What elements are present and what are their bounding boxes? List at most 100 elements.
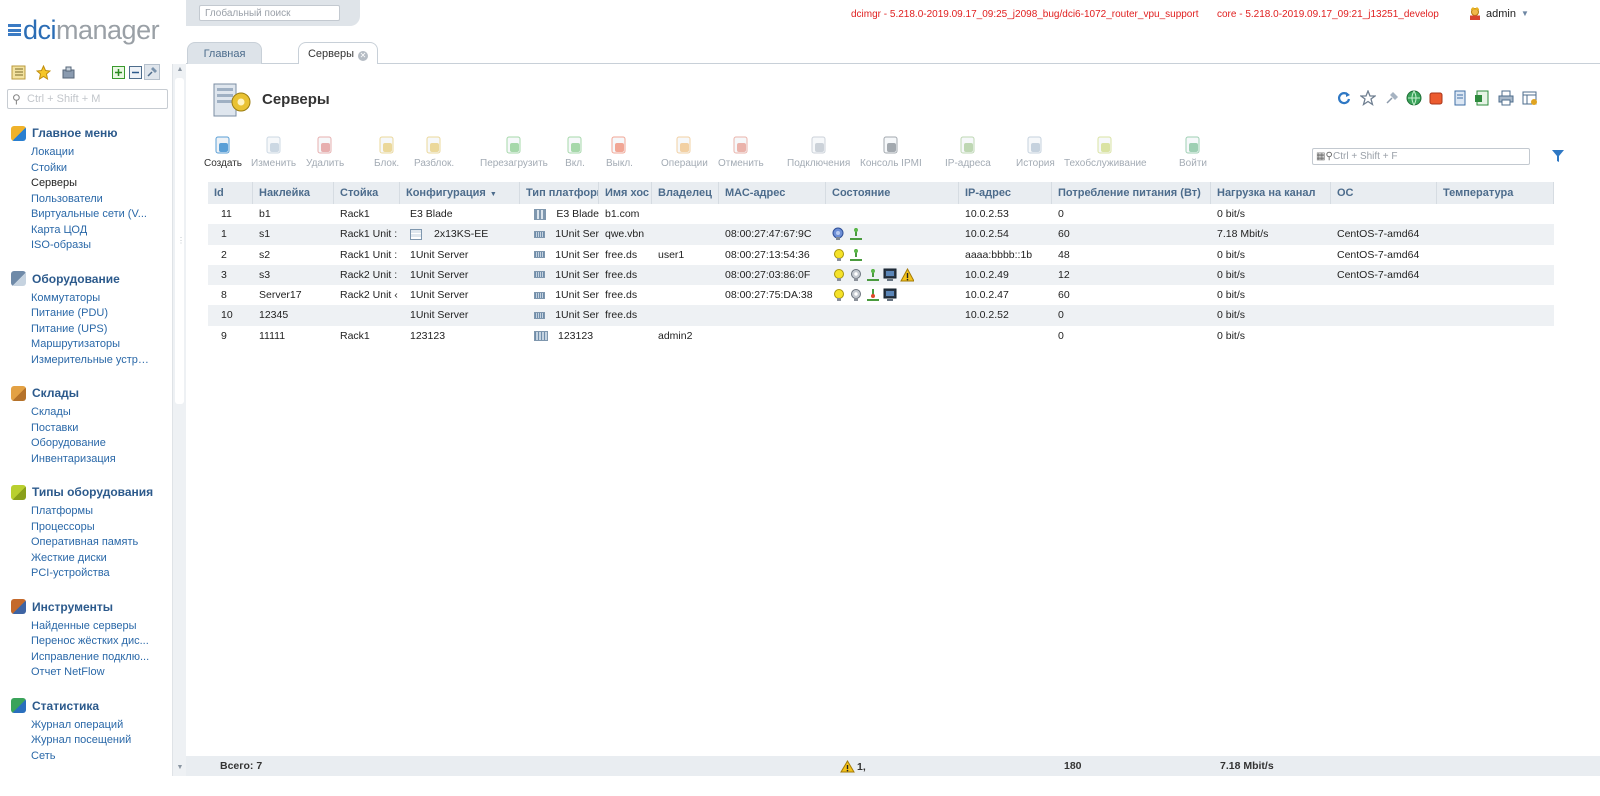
sidebar-item[interactable]: Серверы <box>0 177 150 193</box>
user-menu[interactable]: admin ▼ <box>1469 7 1529 20</box>
collapse-all-icon[interactable] <box>127 64 143 80</box>
column-header[interactable]: Потребление питания (Вт) <box>1052 182 1211 204</box>
sidebar-item[interactable]: Инвентаризация <box>0 453 150 469</box>
sidebar-item[interactable]: Перенос жёстких дис... <box>0 635 150 651</box>
ipmi-console-button[interactable]: Консоль IPMI <box>860 134 922 174</box>
create-button[interactable]: Создать <box>204 134 242 174</box>
sidebar-item[interactable]: Склады <box>0 406 150 422</box>
sidebar-item[interactable]: Оперативная память <box>0 536 150 552</box>
operations-button[interactable]: Операции <box>661 134 708 174</box>
power-off-button[interactable]: Выкл. <box>606 134 633 174</box>
pin-page-icon[interactable] <box>1384 90 1400 106</box>
sidebar-item[interactable]: Маршрутизаторы <box>0 338 150 354</box>
copy-icon[interactable] <box>1452 90 1468 106</box>
sidebar-item[interactable]: Коммутаторы <box>0 292 150 308</box>
column-header[interactable]: Id <box>208 182 253 204</box>
expand-all-icon[interactable] <box>110 64 126 80</box>
column-header[interactable]: Состояние <box>826 182 959 204</box>
reboot-button[interactable]: Перезагрузить <box>480 134 548 174</box>
table-row[interactable]: 9 11111 Rack1 123123 123123 admin2 0 0 bit/s <box>208 326 1554 346</box>
column-header[interactable]: Конфигурация ▼ <box>400 182 520 204</box>
menu-group-header[interactable]: Оборудование <box>0 270 172 288</box>
menu-group-header[interactable]: Инструменты <box>0 598 172 616</box>
tree-view-icon[interactable] <box>10 64 26 80</box>
sidebar-item[interactable]: Пользователи <box>0 193 150 209</box>
sidebar-item[interactable]: Отчет NetFlow <box>0 666 150 682</box>
column-header[interactable]: Наклейка <box>253 182 334 204</box>
menu-group-header[interactable]: Главное меню <box>0 124 172 142</box>
column-header[interactable]: Нагрузка на канал <box>1211 182 1331 204</box>
edit-button[interactable]: Изменить <box>251 134 296 174</box>
connections-button[interactable]: Подключения <box>787 134 850 174</box>
table-row[interactable]: 3 s3 Rack2 Unit : 1Unit Server 1Unit Ser free… <box>208 264 1554 286</box>
unlock-button[interactable]: Разблок. <box>414 134 454 174</box>
column-header[interactable]: IP-адрес <box>959 182 1052 204</box>
login-button[interactable]: Войти <box>1179 134 1207 174</box>
menu-group-header[interactable]: Типы оборудования <box>0 483 172 501</box>
global-search-input[interactable] <box>199 5 340 21</box>
sidebar-search[interactable]: ⚲ <box>7 89 168 109</box>
sidebar-item[interactable]: Поставки <box>0 422 150 438</box>
lock-button[interactable]: Блок. <box>374 134 399 174</box>
sidebar-item[interactable]: Локации <box>0 146 150 162</box>
export-excel-icon[interactable] <box>1474 90 1490 106</box>
globe-settings-icon[interactable] <box>1406 90 1422 106</box>
sidebar-scrollbar[interactable]: ▲ ⋮ ▼ <box>172 64 186 776</box>
sidebar-item[interactable]: Процессоры <box>0 521 150 537</box>
sidebar-item[interactable]: Исправление подклю... <box>0 651 150 667</box>
sidebar-item[interactable]: Стойки <box>0 162 150 178</box>
export-red-icon[interactable] <box>1428 90 1444 106</box>
table-filter-input[interactable] <box>1333 150 1525 163</box>
sidebar-item[interactable]: Питание (PDU) <box>0 307 150 323</box>
column-header[interactable]: Тип платформ <box>520 182 599 204</box>
column-header[interactable]: Стойка <box>334 182 400 204</box>
sidebar-item[interactable]: Жесткие диски <box>0 552 150 568</box>
table-row[interactable]: 11 b1 Rack1 E3 Blade E3 Blade b1.com 10.0.2.53… <box>208 204 1554 224</box>
filter-funnel-icon[interactable] <box>1551 149 1565 163</box>
column-header[interactable]: МАС-адрес <box>719 182 826 204</box>
refresh-icon[interactable] <box>1336 90 1352 106</box>
cancel-button[interactable]: Отменить <box>718 134 764 174</box>
table-row[interactable]: 2 s2 Rack1 Unit : 1Unit Server 1Unit Ser free… <box>208 245 1554 265</box>
pin-icon[interactable] <box>144 64 160 80</box>
scroll-down-icon[interactable]: ▼ <box>175 764 185 774</box>
column-header[interactable]: Имя хос <box>599 182 652 204</box>
tab-home[interactable]: Главная <box>187 42 262 64</box>
splitter-grip-icon[interactable]: ⋮ <box>177 236 185 245</box>
scroll-up-icon[interactable]: ▲ <box>175 66 185 76</box>
print-icon[interactable] <box>1498 90 1514 106</box>
sidebar-item[interactable]: Оборудование <box>0 437 150 453</box>
sidebar-item[interactable]: ISO-образы <box>0 239 150 255</box>
menu-group-header[interactable]: Склады <box>0 384 172 402</box>
table-row[interactable]: 8 Server17 Rack2 Unit ‹ 1Unit Server 1Unit S… <box>208 285 1554 305</box>
maintenance-button[interactable]: Техобслуживание <box>1064 134 1147 174</box>
ip-addresses-button[interactable]: IP-адреса <box>945 134 991 174</box>
menu-group-header[interactable]: Статистика <box>0 697 172 715</box>
sidebar-search-input[interactable] <box>27 91 163 107</box>
star-icon[interactable] <box>1360 90 1376 106</box>
delete-button[interactable]: Удалить <box>306 134 344 174</box>
sidebar-item[interactable]: Измерительные устро... <box>0 354 150 370</box>
favorites-star-icon[interactable] <box>35 64 51 80</box>
sidebar-item[interactable]: Сеть <box>0 750 150 766</box>
sidebar-item[interactable]: Карта ЦОД <box>0 224 150 240</box>
sidebar-item[interactable]: Виртуальные сети (V... <box>0 208 150 224</box>
column-header[interactable]: ОС <box>1331 182 1437 204</box>
column-header[interactable]: Владелец <box>652 182 719 204</box>
sidebar-item[interactable]: Питание (UPS) <box>0 323 150 339</box>
sidebar-item[interactable]: Журнал посещений <box>0 734 150 750</box>
sidebar-item[interactable]: Найденные серверы <box>0 620 150 636</box>
logo[interactable]: dcimanager <box>8 14 160 46</box>
column-header[interactable]: Температура <box>1437 182 1554 204</box>
table-row[interactable]: 1 s1 Rack1 Unit : 2x13KS-EE 1Unit Ser qwe.vbn… <box>208 224 1554 245</box>
home-icon[interactable] <box>60 64 76 80</box>
columns-settings-icon[interactable] <box>1522 90 1538 106</box>
sidebar-item[interactable]: Журнал операций <box>0 719 150 735</box>
close-tab-icon[interactable]: ✕ <box>358 51 369 61</box>
table-filter[interactable]: ▦⚲ <box>1312 148 1530 165</box>
history-button[interactable]: История <box>1016 134 1055 174</box>
tab-servers[interactable]: Серверы ✕ <box>298 42 378 65</box>
sidebar-item[interactable]: Платформы <box>0 505 150 521</box>
sort-desc-icon[interactable]: ▼ <box>490 191 497 198</box>
power-on-button[interactable]: Вкл. <box>564 134 586 174</box>
